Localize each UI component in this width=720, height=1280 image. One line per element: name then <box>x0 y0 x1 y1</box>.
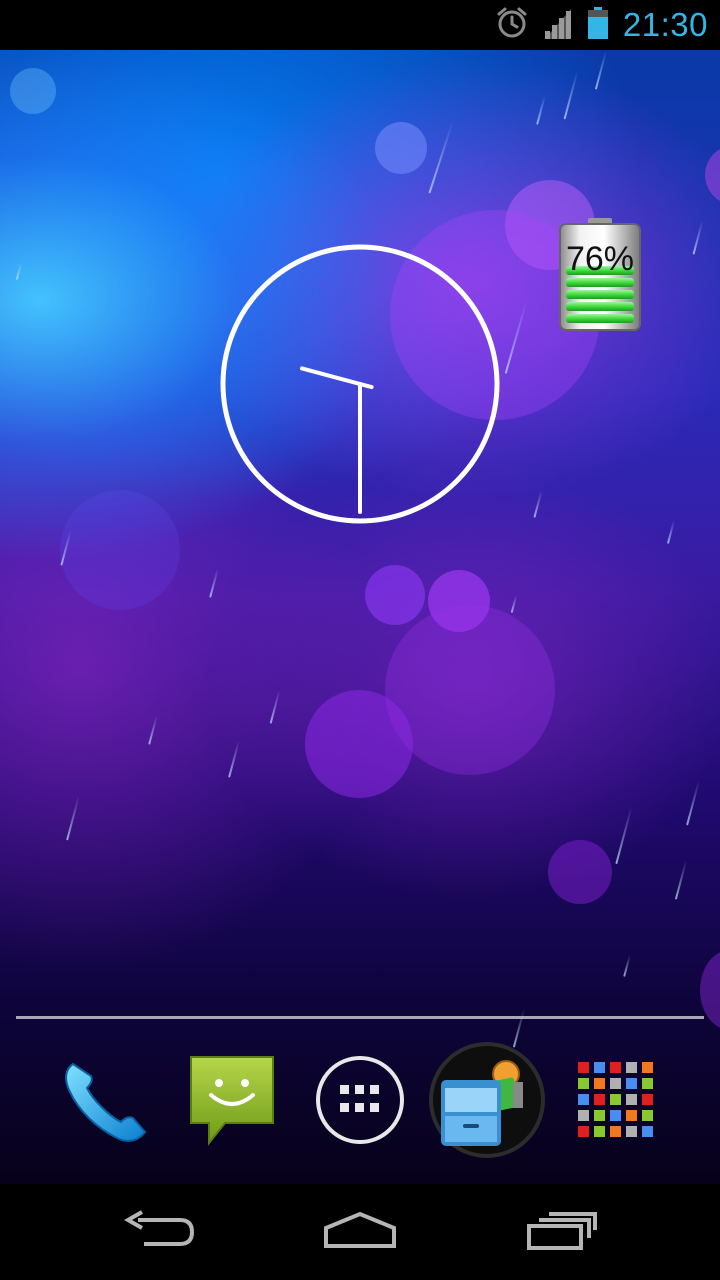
signal-icon <box>543 7 573 44</box>
status-time: 21:30 <box>622 6 708 43</box>
grid-tile <box>610 1061 621 1073</box>
phone-icon <box>59 1054 151 1151</box>
rain-streak <box>228 740 240 778</box>
dock-divider <box>16 1016 704 1019</box>
folder-app-button[interactable] <box>429 1041 545 1158</box>
rain-streak <box>674 860 688 900</box>
rain-streak <box>533 490 543 518</box>
phone-app-button[interactable] <box>55 1052 155 1152</box>
grid-tile <box>610 1077 621 1089</box>
rain-streak <box>428 121 454 194</box>
grid-tile <box>626 1061 637 1073</box>
messaging-app-button[interactable] <box>182 1052 282 1152</box>
rain-streak <box>536 95 546 125</box>
analog-clock-widget[interactable] <box>219 243 501 525</box>
back-icon <box>123 1209 196 1255</box>
grid-tile <box>594 1093 605 1105</box>
grid-tile <box>626 1077 637 1089</box>
home-icon <box>322 1210 398 1255</box>
grid-tile <box>642 1125 653 1137</box>
wallpaper-bokeh <box>60 490 180 610</box>
home-button[interactable] <box>285 1184 435 1280</box>
grid-tile <box>594 1061 605 1073</box>
grid-tile <box>626 1125 637 1137</box>
grid-tile <box>610 1125 621 1137</box>
messaging-icon <box>185 1053 279 1152</box>
grid-tile <box>594 1125 605 1137</box>
wallpaper-bokeh <box>10 68 56 114</box>
grid-tile <box>642 1093 653 1105</box>
alarm-icon <box>495 6 529 45</box>
battery-icon <box>587 6 609 44</box>
rain-streak <box>66 795 80 841</box>
rain-streak <box>686 780 700 826</box>
battery-level-bar <box>566 278 634 287</box>
grid-tile <box>594 1109 605 1121</box>
rain-streak <box>563 70 579 120</box>
wallpaper-bokeh <box>375 122 427 174</box>
recents-icon <box>525 1210 599 1255</box>
file-manager-icon <box>429 1041 545 1163</box>
color-grid-icon <box>574 1058 658 1147</box>
grid-tile <box>626 1093 637 1105</box>
grid-tile <box>610 1093 621 1105</box>
grid-tile <box>578 1077 589 1089</box>
wallpaper-bokeh <box>705 145 720 205</box>
grid-tile <box>578 1109 589 1121</box>
rain-streak <box>615 805 633 865</box>
rain-streak <box>666 520 676 544</box>
app-drawer-icon <box>314 1054 406 1151</box>
grid-tile <box>642 1077 653 1089</box>
battery-level-bar <box>566 302 634 311</box>
battery-level-bar <box>566 290 634 299</box>
rain-streak <box>594 50 608 90</box>
apps-grid-button[interactable] <box>566 1052 666 1152</box>
rain-streak <box>15 262 23 280</box>
grid-tile <box>642 1109 653 1121</box>
wallpaper-bokeh <box>305 690 413 798</box>
battery-level-bar <box>566 314 634 323</box>
wallpaper-bokeh <box>365 565 425 625</box>
grid-tile <box>578 1061 589 1073</box>
rain-streak <box>510 595 518 613</box>
rain-streak <box>623 955 631 977</box>
battery-percent-label: 76% <box>565 240 635 278</box>
grid-tile <box>642 1061 653 1073</box>
rain-streak <box>692 220 704 255</box>
rain-streak <box>209 568 219 598</box>
recents-button[interactable] <box>487 1184 637 1280</box>
grid-tile <box>578 1125 589 1137</box>
grid-tile <box>626 1109 637 1121</box>
status-bar: 21:30 <box>0 0 720 50</box>
rain-streak <box>148 715 158 745</box>
app-drawer-button[interactable] <box>310 1052 410 1152</box>
navigation-bar <box>0 1184 720 1280</box>
grid-tile <box>578 1093 589 1105</box>
wallpaper-bokeh <box>548 840 612 904</box>
battery-widget[interactable]: 76% <box>558 218 642 331</box>
grid-tile <box>610 1109 621 1121</box>
grid-tile <box>594 1077 605 1089</box>
back-button[interactable] <box>85 1184 235 1280</box>
rain-streak <box>269 690 281 724</box>
